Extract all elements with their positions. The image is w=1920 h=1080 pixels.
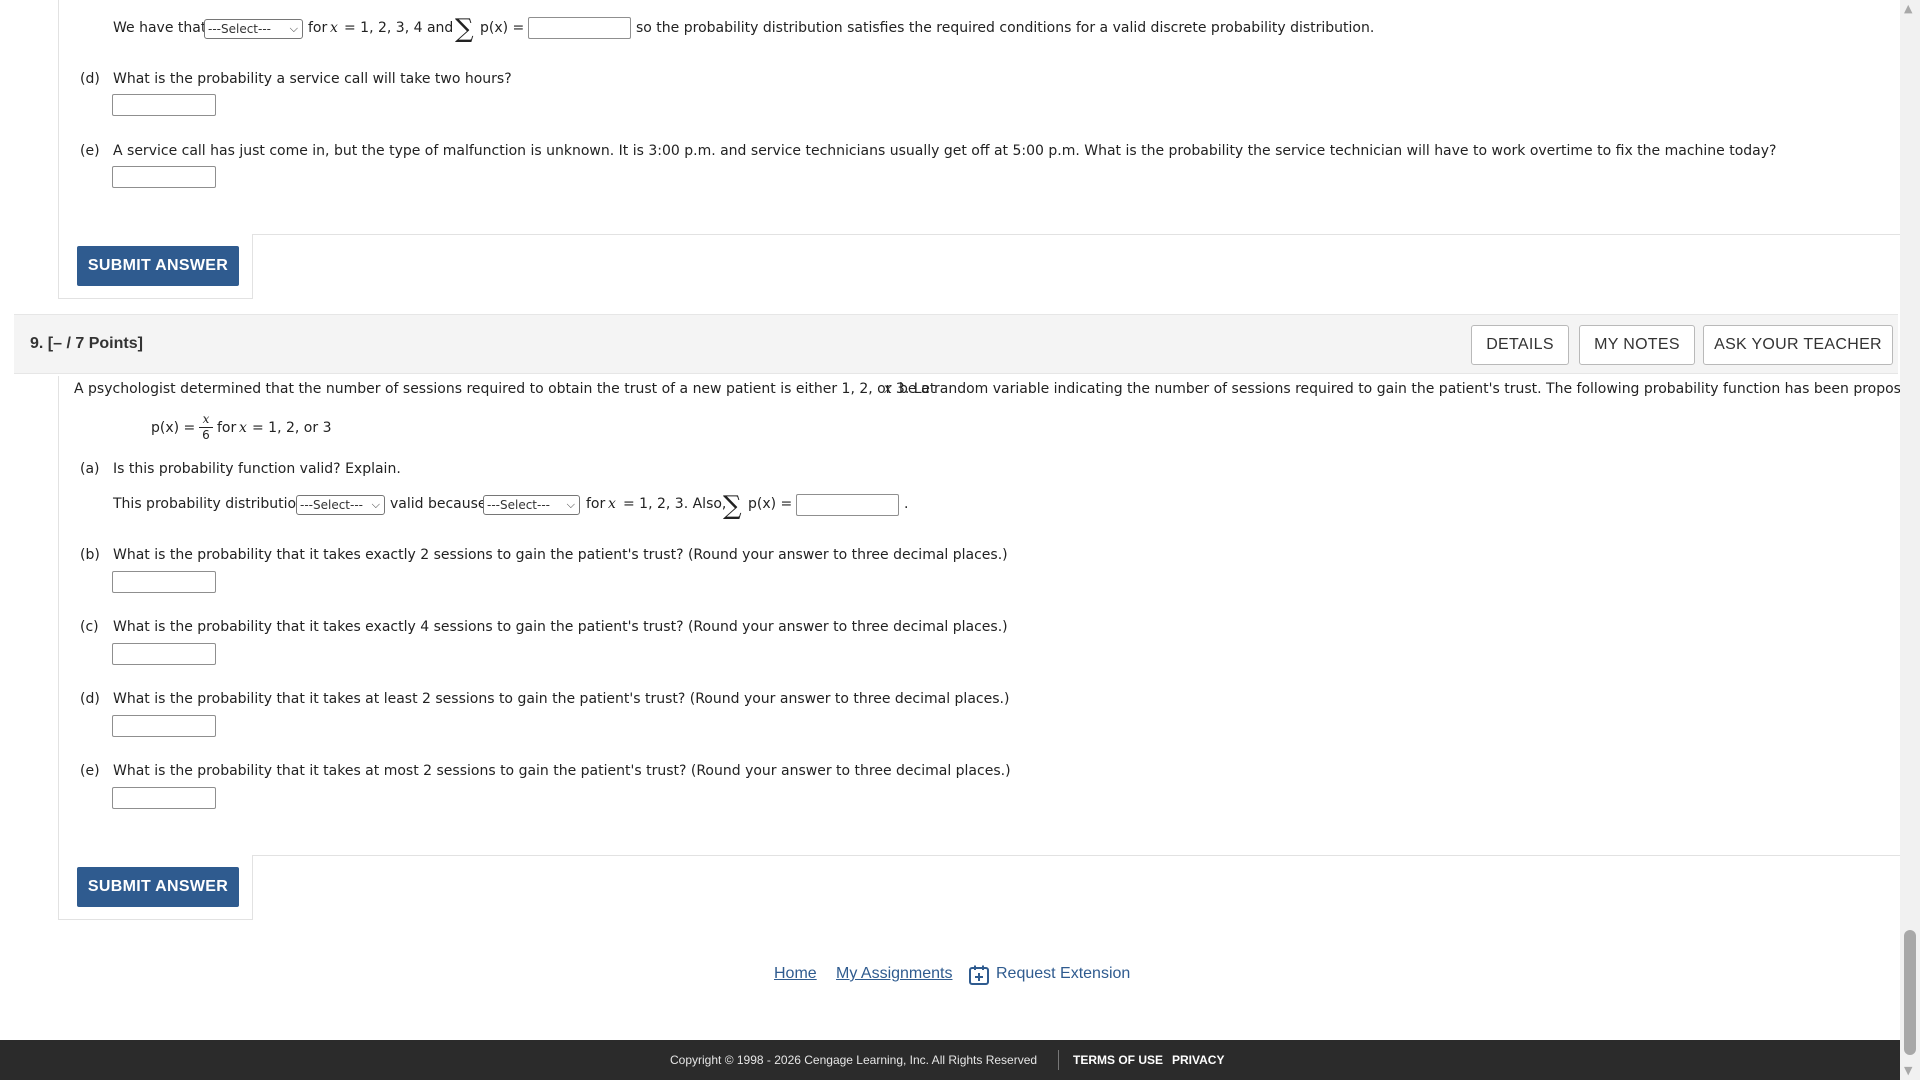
chevron-down-icon: ⌵	[289, 22, 298, 35]
details-button[interactable]: DETAILS	[1471, 325, 1569, 365]
part-a-valid-select-value: ---Select---	[300, 498, 363, 512]
request-extension-link[interactable]: Request Extension	[996, 965, 1130, 983]
prev-c-suffix: so the probability distribution satisfie…	[636, 20, 1375, 36]
chevron-down-icon: ⌵	[371, 498, 380, 511]
prev-c-sum-input[interactable]	[528, 17, 631, 39]
formula-numerator: x	[202, 412, 210, 426]
part-e-text: What is the probability that it takes at…	[113, 763, 1011, 779]
calendar-plus-icon[interactable]	[968, 964, 990, 986]
part-a-reason-select-value: ---Select---	[487, 498, 550, 512]
submit-answer-button[interactable]: SUBMIT ANSWER	[77, 867, 239, 907]
part-a-reason-select[interactable]: ---Select--- ⌵	[483, 495, 580, 515]
divider	[58, 298, 253, 299]
terms-of-use-link[interactable]: TERMS OF USE	[1073, 1053, 1163, 1067]
formula-for: for	[217, 420, 237, 436]
divider	[252, 234, 253, 298]
prev-d-label: (d)	[80, 71, 100, 87]
part-a-x-var: x	[608, 496, 616, 512]
prev-e-label: (e)	[80, 143, 100, 159]
part-d-label: (d)	[80, 691, 100, 707]
part-c-text: What is the probability that it takes ex…	[113, 619, 1008, 635]
prev-c-for: for	[308, 20, 328, 36]
scroll-up-arrow-icon[interactable]: ▲	[1904, 2, 1912, 15]
formula-lhs: p(x) =	[151, 420, 196, 436]
prev-d-answer-input[interactable]	[112, 94, 216, 116]
divider	[58, 376, 59, 920]
prev-c-px: p(x) =	[480, 20, 525, 36]
copyright-text: Copyright © 1998 - 2026 Cengage Learning…	[670, 1053, 1038, 1067]
prev-d-text: What is the probability a service call w…	[113, 71, 512, 87]
part-a-valid-select[interactable]: ---Select--- ⌵	[296, 495, 385, 515]
part-e-answer-input[interactable]	[112, 787, 216, 809]
submit-answer-button[interactable]: SUBMIT ANSWER	[77, 246, 239, 286]
home-link[interactable]: Home	[774, 965, 817, 983]
formula-values: = 1, 2, or 3	[252, 420, 332, 436]
divider	[252, 855, 253, 920]
ask-your-teacher-button[interactable]: ASK YOUR TEACHER	[1703, 325, 1893, 365]
privacy-link[interactable]: PRIVACY	[1172, 1053, 1224, 1067]
intro-text-b: be a random variable indicating the numb…	[899, 381, 1920, 397]
formula-denominator: 6	[202, 428, 210, 442]
part-a-px: p(x) =	[748, 496, 793, 512]
page: We have that ---Select--- ⌵ for x = 1, 2…	[0, 0, 1920, 1080]
part-c-answer-input[interactable]	[112, 643, 216, 665]
sigma-icon: ∑	[723, 491, 742, 521]
part-e-label: (e)	[80, 763, 100, 779]
formula-fraction: x 6	[199, 413, 213, 442]
scrollbar[interactable]: ▲ ▼	[1900, 0, 1920, 1080]
chevron-down-icon: ⌵	[566, 498, 575, 511]
prev-c-select-value: ---Select---	[208, 22, 271, 36]
prev-c-x-values: = 1, 2, 3, 4 and	[344, 20, 454, 36]
my-notes-button[interactable]: MY NOTES	[1579, 325, 1695, 365]
prev-c-select[interactable]: ---Select--- ⌵	[204, 19, 303, 39]
part-a-for: for	[586, 496, 606, 512]
scrollbar-thumb[interactable]	[1904, 930, 1916, 1055]
prev-e-text: A service call has just come in, but the…	[113, 143, 1777, 159]
divider	[58, 0, 59, 298]
part-b-answer-input[interactable]	[112, 571, 216, 593]
part-d-text: What is the probability that it takes at…	[113, 691, 1010, 707]
footer: Copyright © 1998 - 2026 Cengage Learning…	[0, 1040, 1900, 1080]
part-c-label: (c)	[80, 619, 99, 635]
part-d-answer-input[interactable]	[112, 715, 216, 737]
part-a-line-prefix: This probability distribution	[113, 496, 305, 512]
prev-c-prefix: We have that	[113, 20, 207, 36]
prev-c-x-var: x	[330, 20, 338, 36]
my-assignments-link[interactable]: My Assignments	[836, 965, 952, 983]
divider	[58, 919, 253, 920]
part-a-vals: = 1, 2, 3. Also,	[623, 496, 727, 512]
prev-e-answer-input[interactable]	[112, 166, 216, 188]
scroll-down-arrow-icon[interactable]: ▼	[1904, 1064, 1912, 1077]
part-a-label: (a)	[80, 461, 100, 477]
sigma-icon: ∑	[455, 14, 474, 44]
part-a-end: .	[904, 496, 909, 512]
divider	[1058, 1050, 1059, 1070]
part-a-text: Is this probability function valid? Expl…	[113, 461, 401, 477]
part-b-text: What is the probability that it takes ex…	[113, 547, 1008, 563]
question-number: 9. [– / 7 Points]	[30, 335, 143, 352]
divider	[252, 234, 1900, 235]
part-a-mid: valid because	[390, 496, 487, 512]
part-b-label: (b)	[80, 547, 100, 563]
intro-x-var: x	[884, 381, 892, 397]
divider	[252, 855, 1900, 856]
part-a-sum-input[interactable]	[796, 494, 899, 516]
intro-text-a: A psychologist determined that the numbe…	[74, 381, 936, 397]
formula-x-var: x	[239, 420, 247, 436]
question-header: 9. [– / 7 Points] DETAILS MY NOTES ASK Y…	[14, 314, 1898, 374]
